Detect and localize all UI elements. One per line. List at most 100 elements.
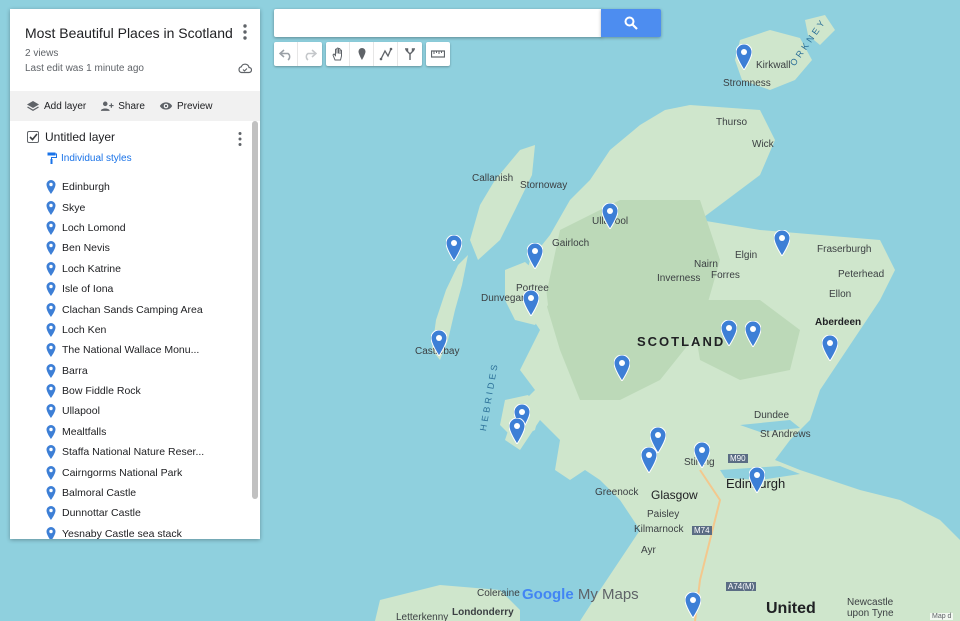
place-marker-icon	[46, 282, 56, 297]
map-pin-edinburgh[interactable]	[749, 467, 765, 493]
redo-icon	[305, 49, 317, 61]
layer-name[interactable]: Untitled layer	[45, 130, 115, 144]
list-item[interactable]: Skye	[46, 197, 246, 217]
directions-icon	[405, 48, 415, 60]
place-marker-icon	[46, 384, 56, 399]
map-pin-bow-fiddle-rock[interactable]	[774, 230, 790, 256]
place-marker-icon	[46, 200, 56, 215]
share-button[interactable]: Share	[100, 100, 145, 112]
list-item[interactable]: Dunnottar Castle	[46, 503, 246, 523]
map-pin-cairngorms[interactable]	[721, 320, 737, 346]
list-item[interactable]: Yesnaby Castle sea stack	[46, 524, 246, 539]
undo-button[interactable]	[274, 42, 298, 66]
paint-roller-icon	[47, 152, 57, 164]
place-name: Balmoral Castle	[62, 487, 137, 500]
add-person-icon	[101, 101, 114, 111]
view-count: 2 views	[25, 48, 59, 59]
list-item[interactable]: Bow Fiddle Rock	[46, 381, 246, 401]
map-title[interactable]: Most Beautiful Places in Scotland	[25, 25, 233, 41]
label-scotland: SCOTLAND	[637, 334, 726, 349]
preview-button[interactable]: Preview	[159, 100, 213, 112]
label-coleraine: Coleraine	[477, 588, 520, 599]
map-pin-dunnottar[interactable]	[822, 335, 838, 361]
label-ayr: Ayr	[641, 545, 656, 556]
map-pin-barra[interactable]	[431, 330, 447, 356]
label-st-andrews: St Andrews	[760, 429, 811, 440]
map-pin-wallace-monument[interactable]	[694, 442, 710, 468]
label-inverness: Inverness	[657, 273, 701, 284]
map-pin-skye[interactable]	[523, 290, 539, 316]
last-edit-status: Last edit was 1 minute ago	[25, 63, 144, 74]
label-dunvegan: Dunvegan	[481, 293, 527, 304]
map-pin-clachan-sands[interactable]	[446, 235, 462, 261]
list-item[interactable]: Loch Ken	[46, 320, 246, 340]
map-pin-isle-of-iona[interactable]	[509, 418, 525, 444]
eye-icon	[159, 102, 173, 110]
search-input[interactable]	[274, 9, 602, 37]
label-glasgow: Glasgow	[651, 488, 698, 502]
place-name: Loch Ken	[62, 323, 107, 336]
individual-styles-link[interactable]: Individual styles	[47, 152, 132, 164]
directions-tool[interactable]	[398, 42, 422, 66]
checkmark-icon	[28, 133, 38, 141]
list-item[interactable]: Isle of Iona	[46, 279, 246, 299]
list-item[interactable]: Ullapool	[46, 401, 246, 421]
list-item[interactable]: Balmoral Castle	[46, 483, 246, 503]
list-item[interactable]: Loch Lomond	[46, 218, 246, 238]
list-item[interactable]: Barra	[46, 361, 246, 381]
label-fraserburgh: Fraserburgh	[817, 244, 872, 255]
place-name: Clachan Sands Camping Area	[62, 303, 203, 316]
draw-line-tool[interactable]	[374, 42, 398, 66]
map-pin-loch-lomond[interactable]	[641, 447, 657, 473]
measure-tool[interactable]	[426, 42, 450, 66]
map-pin-yesnaby[interactable]	[736, 44, 752, 70]
search-button[interactable]	[601, 9, 661, 37]
label-united: United	[766, 600, 816, 617]
label-greenock: Greenock	[595, 487, 639, 498]
place-name: Staffa National Nature Reser...	[62, 446, 205, 459]
place-marker-icon	[46, 424, 56, 439]
label-a74m: A74(M)	[726, 582, 757, 591]
google-wordmark: Google	[522, 586, 574, 603]
list-item[interactable]: Loch Katrine	[46, 259, 246, 279]
place-name: Mealtfalls	[62, 425, 107, 438]
add-layer-button[interactable]: Add layer	[26, 100, 86, 112]
label-dundee: Dundee	[754, 410, 790, 421]
layer-options-menu-icon[interactable]	[236, 131, 244, 147]
label-nairn: Nairn	[694, 259, 718, 270]
redo-button[interactable]	[298, 42, 322, 66]
map-toolbar	[274, 42, 450, 66]
place-name: Cairngorms National Park	[62, 466, 183, 479]
map-pin-ben-nevis[interactable]	[614, 355, 630, 381]
label-newcastle: Newcastle upon Tyne	[847, 597, 894, 619]
add-marker-tool[interactable]	[350, 42, 374, 66]
cloud-saved-icon	[238, 63, 252, 74]
label-kilmarnock: Kilmarnock	[634, 524, 684, 535]
place-marker-icon	[46, 526, 56, 539]
list-item[interactable]: Cairngorms National Park	[46, 462, 246, 482]
panel-scrollbar[interactable]	[252, 121, 258, 499]
map-pin-mealtfalls[interactable]	[527, 243, 543, 269]
list-item[interactable]: Staffa National Nature Reser...	[46, 442, 246, 462]
map-options-menu-icon[interactable]	[239, 23, 251, 41]
select-hand-tool[interactable]	[326, 42, 350, 66]
measure-group	[426, 42, 450, 66]
list-item[interactable]: Edinburgh	[46, 177, 246, 197]
place-name: Skye	[62, 201, 86, 214]
label-gairloch: Gairloch	[552, 238, 590, 249]
map-pin-loch-ken[interactable]	[685, 592, 701, 618]
list-item[interactable]: Ben Nevis	[46, 238, 246, 258]
map-pin-balmoral[interactable]	[745, 321, 761, 347]
layer-visibility-checkbox[interactable]	[27, 131, 39, 143]
marker-icon	[358, 48, 365, 60]
place-name: Ullapool	[62, 405, 100, 418]
list-item[interactable]: Clachan Sands Camping Area	[46, 299, 246, 319]
ruler-icon	[431, 50, 445, 58]
list-item[interactable]: Mealtfalls	[46, 422, 246, 442]
map-data-attribution[interactable]: Map d	[930, 613, 954, 620]
map-pin-ullapool[interactable]	[602, 203, 618, 229]
list-item[interactable]: The National Wallace Monu...	[46, 340, 246, 360]
label-thurso: Thurso	[716, 117, 748, 128]
label-wick: Wick	[752, 139, 774, 150]
label-m74: M74	[692, 526, 712, 535]
